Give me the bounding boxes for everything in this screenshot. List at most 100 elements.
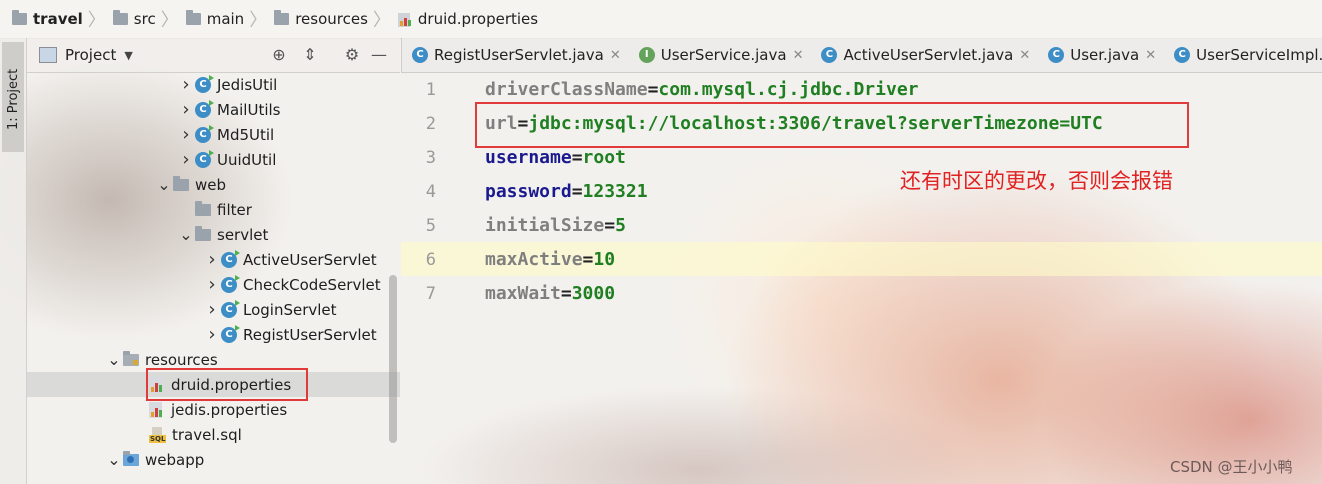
tree-item-label: webapp bbox=[145, 450, 205, 469]
selected-file-highlight-box bbox=[146, 368, 308, 401]
chevron-down-icon[interactable]: ⌄ bbox=[177, 225, 195, 244]
breadcrumb-resources[interactable]: resources bbox=[268, 0, 372, 38]
editor-tab[interactable]: I UserService.java ✕ bbox=[629, 38, 812, 72]
tree-item-label: web bbox=[195, 175, 227, 194]
project-panel-header: Project ▼ ⊕ ⇕ ⚙ — bbox=[27, 38, 400, 73]
chevron-right-icon[interactable]: › bbox=[203, 249, 221, 270]
editor-tab-label: User.java bbox=[1070, 46, 1140, 64]
tree-item-label: ActiveUserServlet bbox=[243, 250, 377, 269]
code-line[interactable]: maxActive=10 bbox=[485, 249, 615, 270]
chevron-right-icon[interactable]: › bbox=[177, 149, 195, 170]
tree-item[interactable]: SQL travel.sql bbox=[27, 422, 400, 447]
line-number: 3 bbox=[425, 148, 436, 168]
tree-item[interactable]: › C MailUtils bbox=[27, 97, 400, 122]
property-key: driverClassName bbox=[485, 79, 648, 100]
tree-item[interactable]: › C JedisUtil bbox=[27, 72, 400, 97]
package-icon bbox=[195, 225, 211, 241]
class-icon: C bbox=[221, 249, 240, 268]
annotation-note: 还有时区的更改，否则会报错 bbox=[900, 169, 1173, 193]
editor-tab-bar: C RegistUserServlet.java ✕ I UserService.jav… bbox=[401, 38, 1322, 73]
breadcrumb-label: src bbox=[133, 10, 156, 28]
tool-window-strip: 1: Project bbox=[0, 38, 27, 484]
breadcrumb-main[interactable]: main bbox=[180, 0, 248, 38]
folder-icon bbox=[12, 10, 27, 25]
sql-file-icon: SQL bbox=[149, 426, 167, 443]
property-value: 10 bbox=[593, 249, 616, 270]
tree-item[interactable]: › C LoginServlet bbox=[27, 297, 400, 322]
breadcrumb-src[interactable]: src bbox=[107, 0, 160, 38]
class-icon: C bbox=[221, 299, 240, 318]
tree-item[interactable]: filter bbox=[27, 197, 400, 222]
tree-item[interactable]: ⌄ webapp bbox=[27, 447, 400, 472]
chevron-right-icon[interactable]: › bbox=[203, 274, 221, 295]
chevron-right-icon[interactable]: › bbox=[177, 99, 195, 120]
class-icon: C bbox=[195, 124, 214, 143]
breadcrumb-file[interactable]: druid.properties bbox=[392, 0, 542, 38]
property-value: root bbox=[582, 147, 626, 168]
tree-item[interactable]: ⌄ servlet bbox=[27, 222, 400, 247]
breadcrumb-separator: 〉 bbox=[249, 10, 268, 31]
collapse-all-icon[interactable]: ⇕ bbox=[299, 44, 321, 66]
line-number: 6 bbox=[425, 250, 436, 270]
locate-icon[interactable]: ⊕ bbox=[268, 44, 290, 66]
breadcrumb-label: travel bbox=[33, 10, 83, 28]
close-icon[interactable]: ✕ bbox=[793, 48, 804, 63]
editor-tab-label: RegistUserServlet.java bbox=[434, 46, 604, 64]
tree-item[interactable]: › C Md5Util bbox=[27, 122, 400, 147]
class-icon: C bbox=[195, 99, 214, 118]
tree-item[interactable]: › C UuidUtil bbox=[27, 147, 400, 172]
close-icon[interactable]: ✕ bbox=[610, 48, 621, 63]
minimize-icon[interactable]: — bbox=[368, 44, 390, 66]
package-icon bbox=[195, 200, 211, 216]
equals-sign: = bbox=[604, 215, 616, 236]
equals-sign: = bbox=[647, 79, 659, 100]
resources-folder-icon bbox=[274, 10, 290, 25]
class-icon: C bbox=[821, 47, 838, 63]
project-panel-title[interactable]: Project bbox=[65, 46, 116, 64]
properties-file-icon bbox=[149, 401, 165, 419]
chevron-right-icon[interactable]: › bbox=[203, 299, 221, 320]
property-value: 123321 bbox=[582, 181, 648, 202]
code-line[interactable]: initialSize=5 bbox=[485, 215, 626, 236]
gear-icon[interactable]: ⚙ bbox=[341, 44, 363, 66]
tree-item[interactable]: ⌄ web bbox=[27, 172, 400, 197]
chevron-right-icon[interactable]: › bbox=[177, 124, 195, 145]
tree-item-label: Md5Util bbox=[217, 125, 275, 144]
class-icon: C bbox=[195, 149, 214, 168]
tree-item-label: UuidUtil bbox=[217, 150, 277, 169]
watermark: CSDN @王小小鸭 bbox=[1170, 458, 1293, 476]
chevron-down-icon[interactable]: ⌄ bbox=[155, 175, 173, 194]
tree-item[interactable]: › C ActiveUserServlet bbox=[27, 247, 400, 272]
tree-item-label: CheckCodeServlet bbox=[243, 275, 381, 294]
editor-tab-label: ActiveUserServlet.java bbox=[843, 46, 1014, 64]
editor-tab[interactable]: C RegistUserServlet.java ✕ bbox=[402, 38, 629, 72]
tree-item[interactable]: › C CheckCodeServlet bbox=[27, 272, 400, 297]
class-icon: C bbox=[412, 47, 428, 63]
code-line[interactable]: username=root bbox=[485, 147, 626, 168]
code-line[interactable]: maxWait=3000 bbox=[485, 283, 615, 304]
property-key: maxWait bbox=[485, 283, 561, 304]
editor-tab[interactable]: C UserServiceImpl.java bbox=[1164, 38, 1322, 72]
line-number: 1 bbox=[425, 80, 436, 100]
resources-folder-icon bbox=[123, 350, 139, 366]
tree-scrollbar[interactable] bbox=[389, 275, 397, 443]
close-icon[interactable]: ✕ bbox=[1019, 48, 1030, 63]
editor-tab[interactable]: C User.java ✕ bbox=[1038, 38, 1164, 72]
project-tool-tab[interactable]: 1: Project bbox=[2, 42, 24, 152]
editor-tab[interactable]: C ActiveUserServlet.java ✕ bbox=[811, 38, 1038, 72]
chevron-right-icon[interactable]: › bbox=[203, 324, 221, 345]
tree-item[interactable]: › C RegistUserServlet bbox=[27, 322, 400, 347]
chevron-down-icon[interactable]: ▼ bbox=[124, 49, 132, 62]
tree-item-label: filter bbox=[217, 200, 252, 219]
chevron-down-icon[interactable]: ⌄ bbox=[105, 450, 123, 469]
line-number: 7 bbox=[425, 284, 436, 304]
code-line[interactable]: password=123321 bbox=[485, 181, 648, 202]
close-icon[interactable]: ✕ bbox=[1145, 48, 1156, 63]
chevron-down-icon[interactable]: ⌄ bbox=[105, 350, 123, 369]
chevron-right-icon[interactable]: › bbox=[177, 74, 195, 95]
breadcrumb-project[interactable]: travel bbox=[0, 0, 87, 38]
breadcrumb-separator: 〉 bbox=[372, 10, 391, 31]
code-line[interactable]: driverClassName=com.mysql.cj.jdbc.Driver bbox=[485, 79, 919, 100]
navigation-bar: travel 〉 src 〉 main 〉 resources 〉 druid.… bbox=[0, 0, 1322, 39]
tree-item-label: LoginServlet bbox=[243, 300, 337, 319]
